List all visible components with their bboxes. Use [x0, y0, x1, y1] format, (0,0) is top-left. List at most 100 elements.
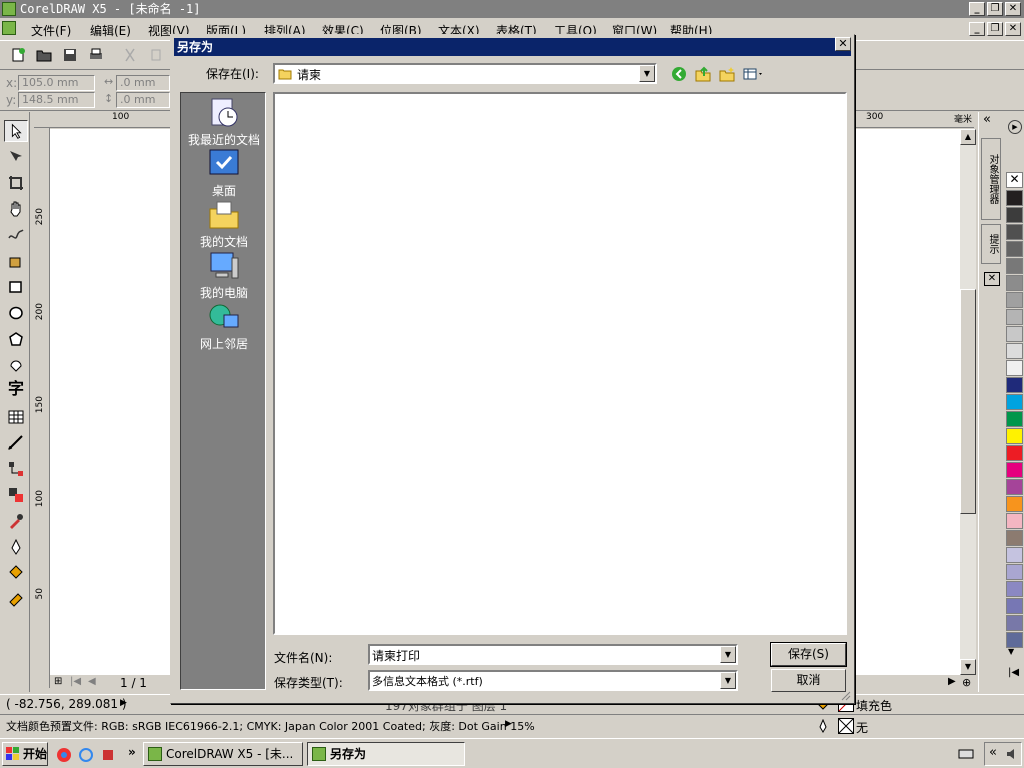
- crop-tool-icon[interactable]: [7, 174, 25, 192]
- doc-minimize-button[interactable]: _: [969, 22, 985, 36]
- color-swatch[interactable]: [1006, 479, 1023, 495]
- back-icon[interactable]: [671, 66, 687, 82]
- place-my-documents[interactable]: 我的文档: [181, 199, 267, 250]
- doc-icon[interactable]: [2, 21, 16, 35]
- close-button[interactable]: ✕: [1005, 2, 1021, 16]
- open-folder-icon[interactable]: [36, 47, 52, 63]
- vertical-ruler[interactable]: 250 200 150 100 50: [34, 128, 50, 688]
- zoom-icon[interactable]: ⊕: [962, 676, 971, 689]
- chrome-quicklaunch-icon[interactable]: [56, 747, 72, 763]
- freehand-tool-icon[interactable]: [7, 226, 25, 244]
- no-color-swatch[interactable]: ✕: [1006, 172, 1023, 188]
- ie-quicklaunch-icon[interactable]: [78, 747, 94, 763]
- color-swatch[interactable]: [1006, 343, 1023, 359]
- restore-button[interactable]: ❐: [987, 2, 1003, 16]
- speaker-tray-icon[interactable]: [1005, 747, 1019, 761]
- color-swatch[interactable]: [1006, 496, 1023, 512]
- height-field[interactable]: .0 mm: [116, 92, 170, 108]
- coreldraw-app-icon[interactable]: [2, 2, 16, 16]
- dropdown-arrow-icon[interactable]: ▼: [639, 65, 655, 82]
- width-field[interactable]: .0 mm: [116, 75, 170, 91]
- color-swatch[interactable]: [1006, 564, 1023, 580]
- color-swatch[interactable]: [1006, 275, 1023, 291]
- filename-input[interactable]: 请柬打印 ▼: [368, 644, 738, 665]
- color-swatch[interactable]: [1006, 224, 1023, 240]
- palette-expand-icon[interactable]: |◀: [1008, 667, 1019, 678]
- scroll-up-arrow-icon[interactable]: ▲: [960, 129, 976, 145]
- palette-scroll-down-icon[interactable]: ▼: [1008, 647, 1014, 656]
- color-swatch[interactable]: [1006, 309, 1023, 325]
- ellipse-tool-icon[interactable]: [7, 304, 25, 322]
- page-area[interactable]: [50, 129, 170, 675]
- scroll-right-arrow-icon[interactable]: ▶: [948, 676, 956, 687]
- basic-shapes-tool-icon[interactable]: [7, 356, 25, 374]
- blend-tool-icon[interactable]: [7, 486, 25, 504]
- new-document-icon[interactable]: [10, 47, 26, 63]
- print-icon[interactable]: [88, 47, 104, 63]
- filename-dropdown-arrow-icon[interactable]: ▼: [720, 646, 736, 663]
- dialog-close-button[interactable]: ✕: [835, 37, 851, 51]
- dimension-tool-icon[interactable]: [7, 434, 25, 452]
- table-tool-icon[interactable]: [7, 408, 25, 426]
- polygon-tool-icon[interactable]: [7, 330, 25, 348]
- fill-tool-icon[interactable]: [7, 564, 25, 582]
- doc-close-button[interactable]: ✕: [1005, 22, 1021, 36]
- collapse-docker-icon[interactable]: «: [983, 112, 991, 127]
- up-folder-icon[interactable]: [695, 66, 711, 82]
- add-page-icon[interactable]: ⊞: [54, 676, 62, 687]
- quicklaunch-more-icon[interactable]: »: [128, 745, 136, 759]
- profile-arrow-icon[interactable]: ▶: [505, 719, 512, 729]
- place-my-computer[interactable]: 我的电脑: [181, 250, 267, 301]
- tray-expand-icon[interactable]: «: [989, 745, 997, 760]
- y-position-field[interactable]: 148.5 mm: [18, 92, 95, 108]
- color-swatch[interactable]: [1006, 326, 1023, 342]
- zoom-pan-tool-icon[interactable]: [7, 200, 25, 218]
- color-swatch[interactable]: [1006, 190, 1023, 206]
- color-swatch[interactable]: [1006, 632, 1023, 648]
- color-swatch[interactable]: [1006, 411, 1023, 427]
- color-swatch[interactable]: [1006, 360, 1023, 376]
- color-swatch[interactable]: [1006, 547, 1023, 563]
- eyedropper-tool-icon[interactable]: [7, 512, 25, 530]
- first-page-icon[interactable]: |◀: [70, 676, 81, 687]
- page-area-right[interactable]: [855, 129, 960, 675]
- app-quicklaunch-icon[interactable]: [100, 747, 116, 763]
- cancel-button[interactable]: 取消: [771, 669, 846, 692]
- start-button[interactable]: 开始: [2, 742, 48, 766]
- shape-tool-icon[interactable]: [7, 148, 25, 166]
- dialog-title-bar[interactable]: 另存为: [174, 38, 851, 56]
- new-folder-icon[interactable]: [719, 66, 735, 82]
- doc-restore-button[interactable]: ❐: [987, 22, 1003, 36]
- resize-grip-icon[interactable]: [839, 689, 851, 701]
- color-swatch[interactable]: [1006, 598, 1023, 614]
- scroll-down-arrow-icon[interactable]: ▼: [960, 659, 976, 675]
- color-swatch[interactable]: [1006, 615, 1023, 631]
- rectangle-tool-icon[interactable]: [7, 278, 25, 296]
- color-swatch[interactable]: [1006, 428, 1023, 444]
- menu-edit[interactable]: 编辑(E): [90, 22, 131, 39]
- text-tool-icon[interactable]: 字: [7, 380, 25, 398]
- color-swatch[interactable]: [1006, 530, 1023, 546]
- view-menu-icon[interactable]: [743, 66, 765, 82]
- outline-color-swatch[interactable]: [838, 718, 854, 734]
- color-swatch[interactable]: [1006, 377, 1023, 393]
- color-swatch[interactable]: [1006, 513, 1023, 529]
- filetype-dropdown[interactable]: 多信息文本格式 (*.rtf) ▼: [368, 670, 738, 691]
- save-in-dropdown[interactable]: 请柬 ▼: [273, 63, 657, 84]
- connector-tool-icon[interactable]: [7, 460, 25, 478]
- outline-pen-tool-icon[interactable]: [7, 538, 25, 556]
- menu-file[interactable]: 文件(F): [31, 22, 71, 39]
- vertical-scrollbar[interactable]: ▲ ▼: [960, 129, 976, 675]
- pick-tool-icon[interactable]: [4, 120, 28, 142]
- task-coreldraw[interactable]: CorelDRAW X5 - [未...: [143, 742, 303, 766]
- place-recent-documents[interactable]: 我最近的文档: [181, 97, 267, 148]
- interactive-fill-tool-icon[interactable]: [7, 590, 25, 608]
- minimize-button[interactable]: _: [969, 2, 985, 16]
- color-swatch[interactable]: [1006, 462, 1023, 478]
- file-list-view[interactable]: [273, 92, 847, 635]
- color-swatch[interactable]: [1006, 292, 1023, 308]
- filetype-dropdown-arrow-icon[interactable]: ▼: [720, 672, 736, 689]
- color-swatch[interactable]: [1006, 581, 1023, 597]
- tab-object-manager[interactable]: 对象管理器: [981, 138, 1001, 220]
- keyboard-tray-icon[interactable]: [958, 747, 974, 761]
